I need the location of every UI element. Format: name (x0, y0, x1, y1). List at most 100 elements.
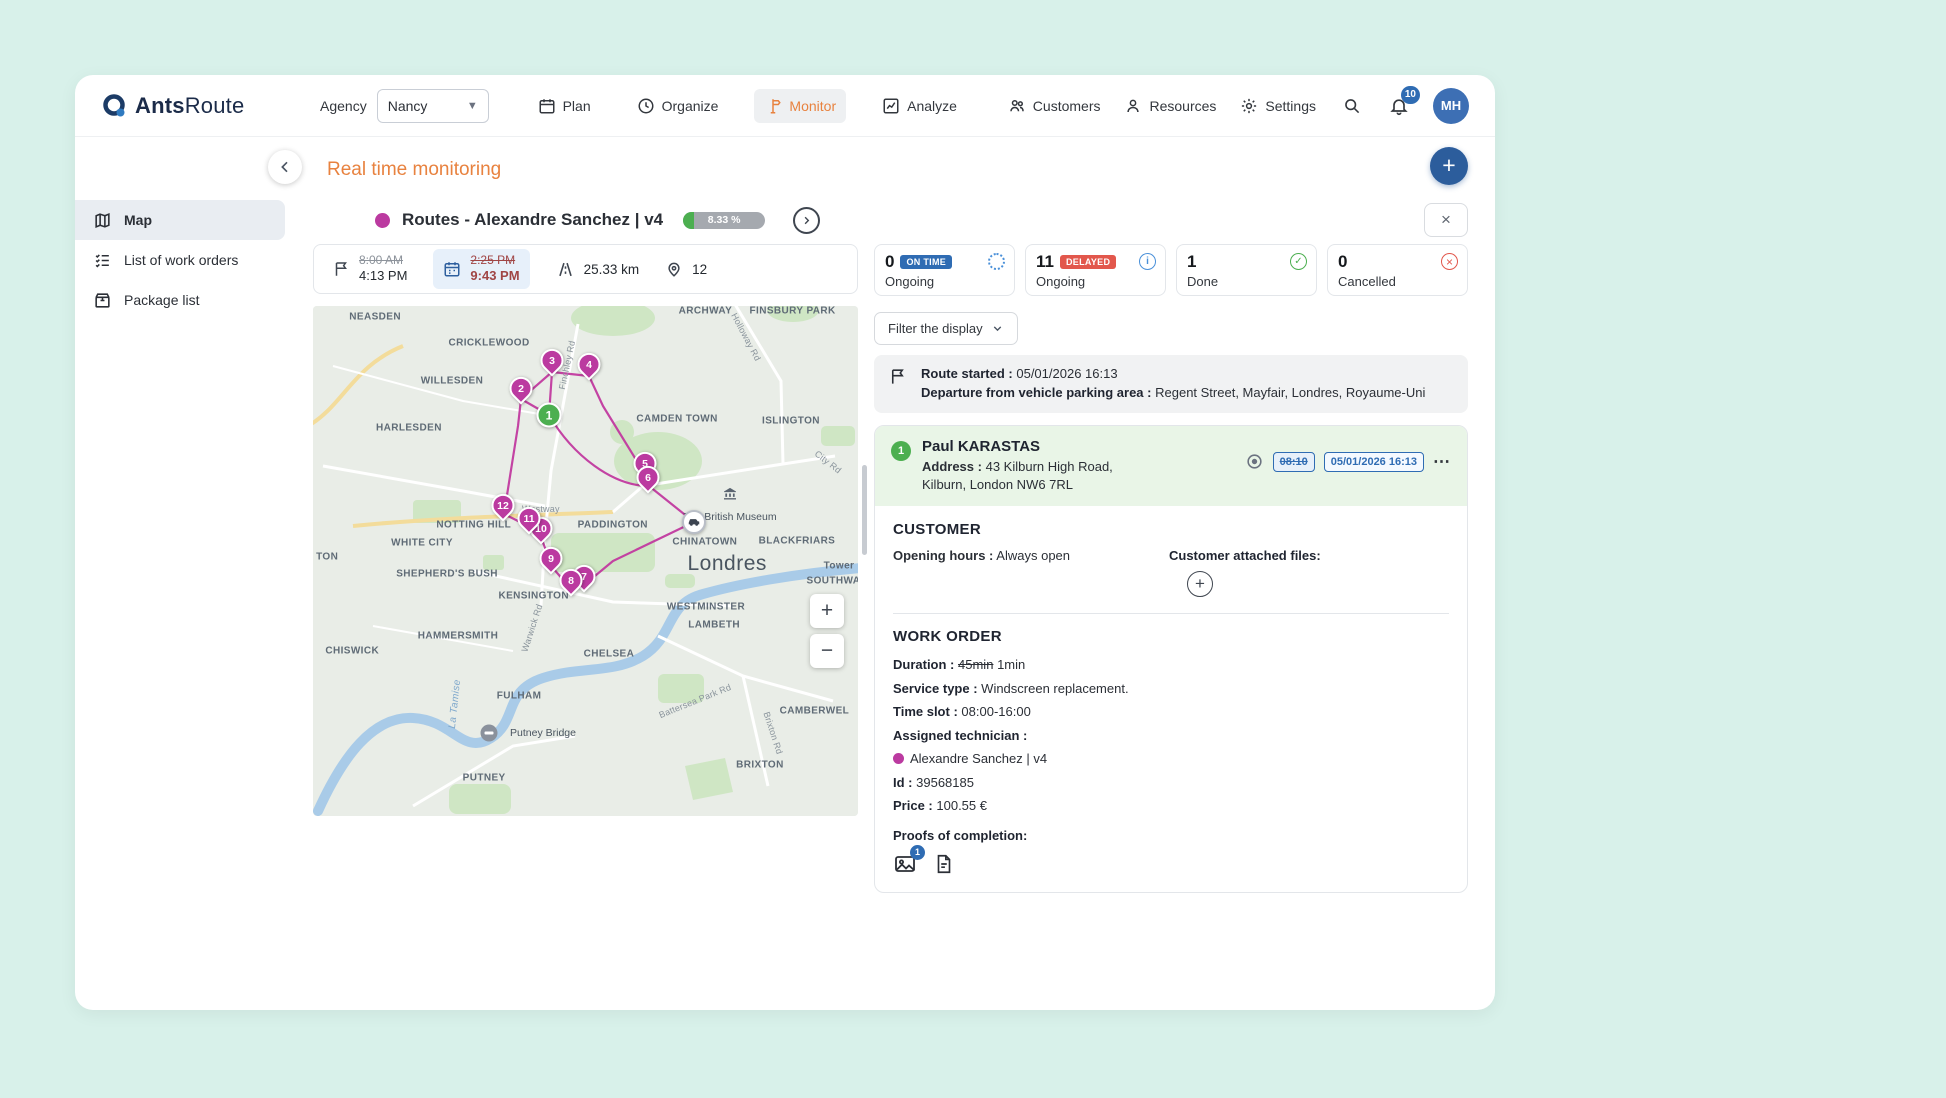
planned-time-badge: 08:10 (1273, 452, 1315, 472)
nav-item-plan[interactable]: Plan (528, 89, 601, 123)
sidebar-item-work-orders[interactable]: List of work orders (75, 240, 285, 280)
zoom-in-button[interactable]: + (810, 594, 844, 628)
map-label: HARLESDEN (376, 422, 442, 433)
calendar-icon (538, 97, 556, 115)
user-avatar[interactable]: MH (1433, 88, 1469, 124)
map-label: BRIXTON (736, 760, 784, 771)
nav-item-settings[interactable]: Settings (1238, 93, 1318, 119)
map-label: FINSBURY PARK (750, 306, 836, 317)
more-options-button[interactable]: ⋯ (1433, 453, 1451, 470)
primary-nav: Plan Organize Monitor Analyze (507, 89, 988, 123)
map-label: WESTMINSTER (667, 601, 745, 612)
map-label: KENSINGTON (498, 591, 569, 602)
search-button[interactable] (1338, 92, 1365, 119)
stat-stop-count: 12 (665, 260, 707, 278)
nav-item-monitor[interactable]: Monitor (754, 89, 846, 123)
resources-icon (1124, 97, 1142, 115)
agency-group: Agency Nancy ▼ (320, 89, 489, 123)
road-icon (556, 260, 575, 279)
start-time-old: 8:00 AM (359, 253, 407, 268)
flag-icon (888, 367, 907, 386)
status-card-delayed[interactable]: 11 DELAYED Ongoing i (1025, 244, 1166, 296)
content-columns: Routes - Alexandre Sanchez | v4 8.33 % (313, 202, 1468, 893)
page-header: Real time monitoring + (313, 137, 1468, 202)
nav-item-organize[interactable]: Organize (627, 89, 729, 123)
package-icon (93, 291, 112, 310)
proof-count-badge: 1 (910, 845, 925, 860)
end-time-old: 2:25 PM (470, 253, 519, 268)
checklist-icon (93, 251, 112, 270)
filter-display-button[interactable]: Filter the display (874, 312, 1018, 345)
flag-icon (332, 260, 350, 278)
route-start-info: Route started : 05/01/2026 16:13 Departu… (874, 355, 1468, 413)
map-label: FULHAM (497, 690, 542, 701)
details-panel-header: × (874, 202, 1468, 238)
search-icon (1342, 96, 1361, 115)
map-label: CAMDEN TOWN (636, 414, 717, 425)
map-label: CHISWICK (325, 646, 379, 657)
content-row: Map List of work orders Package list Rea… (75, 137, 1495, 1010)
delayed-badge: DELAYED (1060, 255, 1116, 269)
status-card-ontime[interactable]: 0 ON TIME Ongoing (874, 244, 1015, 296)
sidebar-item-map[interactable]: Map (75, 200, 285, 240)
status-cards: 0 ON TIME Ongoing 11 DELAYED Ongoing (874, 244, 1468, 296)
organize-icon (637, 97, 655, 115)
id-line: Id : 39568185 (893, 773, 1449, 793)
status-card-cancelled[interactable]: 0 Cancelled × (1327, 244, 1468, 296)
add-button[interactable]: + (1430, 147, 1468, 185)
next-route-button[interactable] (793, 207, 820, 234)
map-marker-stop-1[interactable]: 1 (536, 403, 561, 428)
status-card-done[interactable]: 1 Done ✓ (1176, 244, 1317, 296)
zoom-out-button[interactable]: − (810, 634, 844, 668)
map-label: LAMBETH (688, 620, 740, 631)
agency-select[interactable]: Nancy ▼ (377, 89, 489, 123)
attached-files-block: Customer attached files: + (1169, 548, 1449, 597)
locate-icon[interactable] (1245, 452, 1264, 471)
agency-selected-value: Nancy (388, 98, 428, 114)
delayed-count: 11 (1036, 252, 1054, 272)
proof-document-button[interactable] (933, 853, 955, 875)
chevron-down-icon (991, 322, 1004, 335)
close-panel-button[interactable]: × (1424, 203, 1468, 237)
ontime-count: 0 (885, 252, 894, 272)
sidebar-item-package-list[interactable]: Package list (75, 280, 285, 320)
back-button[interactable] (268, 150, 302, 184)
map-label: CAMBERWEL (780, 706, 850, 717)
map-label: CHELSEA (584, 649, 635, 660)
map-label: ARCHWAY (679, 306, 733, 317)
add-attached-file-button[interactable]: + (1187, 571, 1213, 597)
map-label: Londres (687, 552, 766, 576)
route-color-dot (375, 213, 390, 228)
nav-item-resources[interactable]: Resources (1122, 93, 1218, 119)
start-time-new: 4:13 PM (359, 268, 407, 284)
actual-time-badge: 05/01/2026 16:13 (1324, 452, 1424, 472)
customer-actions: 08:10 05/01/2026 16:13 ⋯ (1245, 452, 1451, 472)
scrollbar-thumb[interactable] (862, 465, 867, 555)
route-started-line: Route started : 05/01/2026 16:13 (921, 365, 1425, 384)
duration-line: Duration : 45min 1min (893, 655, 1449, 675)
map-label: PADDINGTON (578, 519, 648, 530)
map-label: SHEPHERD'S BUSH (396, 569, 498, 580)
cancelled-count: 0 (1338, 252, 1347, 272)
cancel-circle-icon: × (1441, 253, 1458, 270)
notifications-button[interactable]: 10 (1385, 92, 1413, 120)
customer-name: Paul KARASTAS (922, 438, 1234, 455)
map-label: CHINATOWN (672, 537, 737, 548)
customer-address: Address : 43 Kilburn High Road, Kilburn,… (922, 458, 1234, 494)
ontime-badge: ON TIME (900, 255, 952, 269)
map-marker-vehicle[interactable] (682, 510, 706, 534)
agency-label: Agency (320, 98, 367, 114)
chevron-left-icon (277, 159, 293, 175)
nav-item-analyze[interactable]: Analyze (872, 89, 967, 123)
service-type-line: Service type : Windscreen replacement. (893, 679, 1449, 699)
analyze-icon (882, 97, 900, 115)
proofs-heading: Proofs of completion: (893, 828, 1449, 843)
map-label: SOUTHWAR (807, 576, 858, 587)
customer-header[interactable]: 1 Paul KARASTAS Address : 43 Kilburn Hig… (875, 426, 1467, 506)
proof-photo-button[interactable]: 1 (893, 852, 917, 876)
brand-logo[interactable]: AntsRoute (101, 93, 286, 119)
map-canvas[interactable]: + − NEASDENARCHWAYFINSBURY PARKCRICKLEWO… (313, 306, 858, 816)
end-time-new: 9:43 PM (470, 268, 519, 284)
left-sidebar: Map List of work orders Package list (75, 137, 285, 1010)
nav-item-customers[interactable]: Customers (1006, 93, 1103, 119)
